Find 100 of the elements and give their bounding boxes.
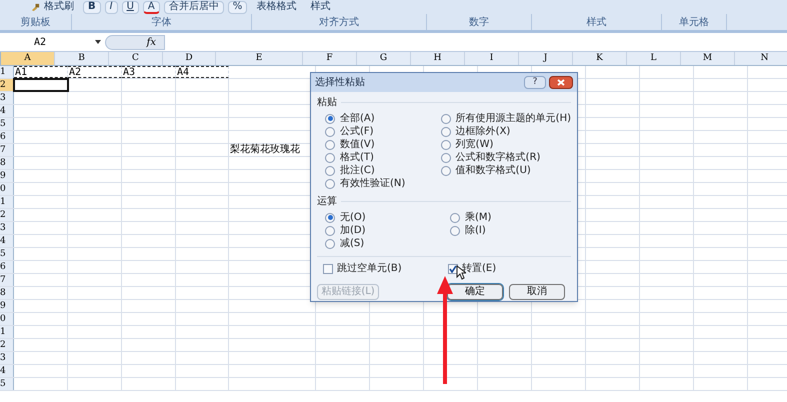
row-header[interactable]: 1 [0, 196, 14, 208]
section-label: 运算 [317, 194, 337, 209]
column-header[interactable]: L [627, 52, 681, 65]
table-cell[interactable]: A3 [122, 66, 176, 78]
row-header[interactable]: 3 [0, 222, 14, 234]
dialog-button[interactable]: 确定 [447, 284, 503, 300]
checkbox[interactable] [448, 264, 458, 274]
row-header[interactable]: 6 [0, 261, 14, 273]
radio-button[interactable] [325, 114, 335, 124]
radio-button[interactable] [325, 212, 335, 222]
row-header[interactable]: 3 [0, 352, 14, 364]
radio-button[interactable] [325, 152, 335, 162]
font-color-button[interactable]: A [142, 0, 160, 14]
row-header[interactable]: 3 [0, 92, 14, 104]
column-header[interactable]: D [163, 52, 216, 65]
style-menu-button[interactable]: 表格格式 [251, 0, 302, 14]
radio-button[interactable] [325, 226, 335, 236]
column-header[interactable]: C [109, 52, 163, 65]
column-header[interactable]: M [681, 52, 735, 65]
column-header[interactable]: F [303, 52, 357, 65]
row-header[interactable]: 7 [0, 144, 14, 156]
row-header[interactable]: 8 [0, 287, 14, 299]
radio-label: 公式和数字格式(R) [456, 150, 540, 164]
active-cell[interactable] [14, 79, 68, 91]
row-header[interactable]: 2 [0, 209, 14, 221]
column-header[interactable]: N [735, 52, 787, 65]
radio-button[interactable] [325, 166, 335, 176]
style-menu-button[interactable]: 样式 [305, 0, 336, 14]
column-header[interactable]: B [55, 52, 109, 65]
bold-button[interactable]: B [83, 0, 101, 14]
close-icon [557, 79, 565, 86]
radio-label: 所有使用源主题的单元(H) [456, 112, 571, 126]
percent-button[interactable]: % [228, 0, 248, 14]
group-label: 样式 [586, 16, 606, 30]
checkbox-label: 转置(E) [462, 262, 496, 276]
radio-button[interactable] [325, 126, 335, 136]
caret-icon[interactable] [95, 40, 101, 44]
row-header[interactable]: 4 [0, 105, 14, 117]
group-label: 单元格 [679, 16, 709, 30]
group-label: 数字 [469, 16, 489, 30]
radio-button[interactable] [440, 140, 451, 150]
merge-center-button[interactable]: 合并后居中 [164, 0, 224, 14]
row-header[interactable]: 8 [0, 157, 14, 169]
radio-label: 加(D) [340, 224, 366, 238]
italic-button[interactable]: I [104, 0, 118, 14]
table-cell[interactable]: A4 [176, 66, 229, 78]
radio-label: 减(S) [340, 236, 364, 251]
row-header[interactable]: 0 [0, 183, 14, 195]
close-button[interactable] [549, 76, 573, 89]
group-label: 字体 [152, 16, 172, 30]
insert-function-label[interactable]: fx [146, 34, 156, 50]
radio-button[interactable] [450, 212, 460, 222]
radio-button[interactable] [325, 238, 335, 248]
row-header[interactable]: 5 [0, 248, 14, 260]
column-header[interactable]: G [357, 52, 411, 65]
row-header[interactable]: 0 [0, 313, 14, 325]
column-header[interactable]: A [1, 52, 55, 65]
radio-label: 列宽(W) [456, 138, 494, 152]
group-label: 剪贴板 [20, 16, 50, 30]
radio-label: 公式(F) [340, 124, 374, 139]
column-header[interactable]: E [216, 52, 303, 65]
row-header[interactable]: 6 [0, 131, 14, 143]
radio-button[interactable] [440, 166, 451, 176]
radio-label: 边框除外(X) [456, 124, 510, 138]
row-header[interactable]: 1 [0, 326, 14, 338]
dialog-button[interactable]: 取消 [509, 284, 565, 300]
row-header[interactable]: 4 [0, 365, 14, 377]
row-header[interactable]: 1 [0, 66, 14, 78]
row-header[interactable]: 2 [0, 79, 14, 91]
row-header[interactable]: 9 [0, 300, 14, 312]
radio-label: 格式(T) [340, 150, 374, 164]
radio-label: 乘(M) [465, 210, 492, 225]
radio-button[interactable] [325, 178, 335, 188]
table-cell[interactable]: A1 [14, 66, 68, 78]
radio-button[interactable] [440, 152, 451, 162]
table-cell[interactable]: A2 [68, 66, 122, 78]
column-header[interactable]: I [465, 52, 519, 65]
radio-button[interactable] [325, 140, 335, 150]
row-header[interactable]: 2 [0, 339, 14, 351]
radio-label: 批注(C) [340, 164, 375, 178]
underline-button[interactable]: U [122, 0, 139, 14]
help-button[interactable]: ? [524, 76, 546, 89]
column-header[interactable]: J [519, 52, 573, 65]
row-header[interactable]: 4 [0, 235, 14, 247]
checkbox[interactable] [323, 264, 333, 274]
radio-button[interactable] [450, 226, 460, 236]
brush-icon [31, 2, 40, 12]
row-header[interactable]: 7 [0, 274, 14, 286]
row-header[interactable]: 5 [0, 118, 14, 130]
radio-button[interactable] [440, 126, 451, 136]
radio-label: 有效性验证(N) [340, 176, 406, 191]
name-box[interactable]: A2 [34, 34, 46, 50]
column-header[interactable]: H [411, 52, 465, 65]
column-header[interactable]: K [573, 52, 627, 65]
checkbox-label: 跳过空单元(B) [337, 262, 402, 276]
format-painter-button[interactable]: 格式刷 [26, 0, 79, 14]
radio-button[interactable] [440, 114, 451, 124]
row-header[interactable]: 9 [0, 170, 14, 182]
radio-label: 除(I) [465, 224, 486, 238]
row-header[interactable]: 5 [0, 378, 14, 390]
